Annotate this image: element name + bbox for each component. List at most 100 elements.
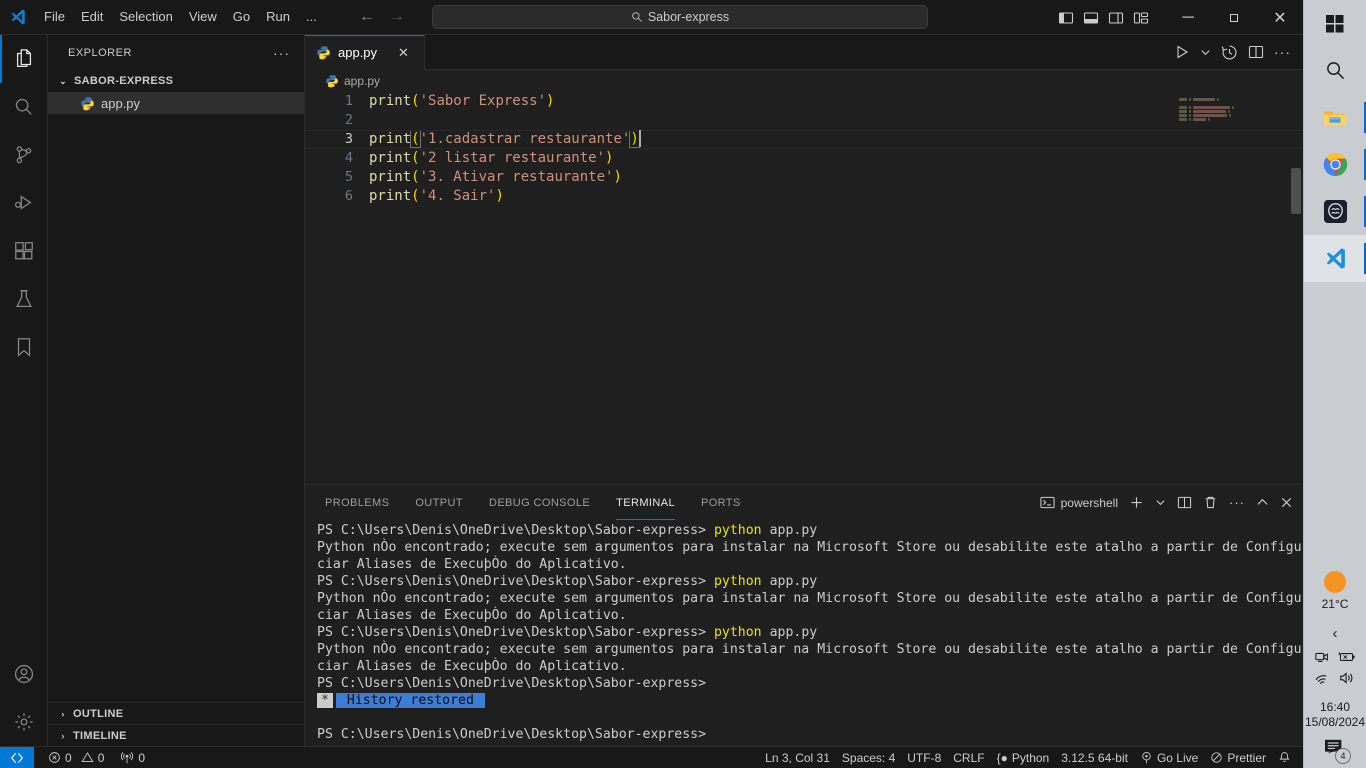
sidebar-more-actions-icon[interactable]: ··· xyxy=(273,45,296,61)
status-encoding[interactable]: UTF-8 xyxy=(901,747,947,768)
minimap-token xyxy=(1192,114,1227,117)
volume-icon[interactable] xyxy=(1338,670,1356,686)
split-editor-icon[interactable] xyxy=(1248,44,1264,60)
sidebar-section-timeline[interactable]: › TIMELINE xyxy=(48,724,304,746)
timeline-history-icon[interactable] xyxy=(1221,44,1238,61)
camera-privacy-icon[interactable] xyxy=(1314,649,1330,665)
taskbar-clock[interactable]: 16:40 15/08/2024 xyxy=(1305,700,1365,730)
terminal-dropdown-icon[interactable] xyxy=(1155,497,1166,508)
scrollbar-thumb[interactable] xyxy=(1291,168,1301,214)
status-indentation[interactable]: Spaces: 4 xyxy=(836,747,901,768)
menu-file[interactable]: File xyxy=(36,5,73,29)
window-minimize-button[interactable]: ─ xyxy=(1165,0,1211,35)
menu-selection[interactable]: Selection xyxy=(111,5,180,29)
editor-scrollbar[interactable] xyxy=(1289,92,1303,484)
section-label-timeline: TIMELINE xyxy=(73,729,127,742)
weather-widget[interactable]: 21°C xyxy=(1322,569,1348,611)
taskbar-search-button[interactable] xyxy=(1304,47,1366,94)
tab-output[interactable]: OUTPUT xyxy=(415,485,463,520)
tree-root-folder[interactable]: ⌄ SABOR-EXPRESS xyxy=(48,70,304,92)
status-notifications[interactable] xyxy=(1272,747,1303,768)
sidebar-item-testing[interactable] xyxy=(0,275,48,323)
battery-icon[interactable] xyxy=(1337,649,1356,665)
terminal-command: python xyxy=(713,574,762,589)
remote-window-button[interactable] xyxy=(0,746,34,768)
menu-more[interactable]: ... xyxy=(298,5,325,29)
notification-center-button[interactable]: 4 xyxy=(1323,732,1351,766)
status-ports[interactable]: 0 xyxy=(114,747,151,768)
wifi-icon[interactable] xyxy=(1314,671,1331,686)
status-go-live[interactable]: Go Live xyxy=(1134,747,1204,768)
menu-view[interactable]: View xyxy=(181,5,225,29)
command-center-search[interactable]: Sabor-express xyxy=(432,5,928,29)
code-editor[interactable]: 1 2 3 4 5 6 print('Sabor Express') print… xyxy=(305,92,1303,484)
minimap-token xyxy=(1179,110,1187,113)
status-cursor-position[interactable]: Ln 3, Col 31 xyxy=(759,747,836,768)
sidebar-item-explorer[interactable] xyxy=(0,35,48,83)
close-panel-icon[interactable] xyxy=(1280,496,1293,509)
new-terminal-icon[interactable] xyxy=(1129,495,1144,510)
files-icon xyxy=(16,49,31,67)
taskbar-google-chrome[interactable] xyxy=(1304,141,1366,188)
minimap-token xyxy=(1192,98,1215,101)
window-close-button[interactable]: ✕ xyxy=(1257,0,1303,35)
run-python-file-icon[interactable] xyxy=(1174,44,1190,60)
minimap-row xyxy=(1179,114,1289,117)
menu-go[interactable]: Go xyxy=(225,5,258,29)
status-prettier[interactable]: Prettier xyxy=(1204,747,1272,768)
sidebar-title: EXPLORER xyxy=(68,46,132,59)
language-label: Python xyxy=(1011,750,1050,765)
minimap-token xyxy=(1179,118,1187,121)
sidebar-item-source-control[interactable] xyxy=(0,131,48,179)
sidebar-item-bookmarks[interactable] xyxy=(0,323,48,371)
menu-edit[interactable]: Edit xyxy=(73,5,111,29)
terminal-command-args: app.py xyxy=(761,574,818,589)
forward-arrow-icon[interactable]: → xyxy=(389,9,405,25)
sidebar-section-outline[interactable]: › OUTLINE xyxy=(48,702,304,724)
prettier-label: Prettier xyxy=(1227,750,1266,765)
terminal-output[interactable]: PS C:\Users\Denis\OneDrive\Desktop\Sabor… xyxy=(305,520,1303,746)
minimap[interactable] xyxy=(1179,98,1289,122)
maximize-panel-icon[interactable] xyxy=(1256,496,1269,509)
sidebar-item-extensions[interactable] xyxy=(0,227,48,275)
status-problems[interactable]: 0 0 xyxy=(42,747,110,768)
window-maximize-button[interactable] xyxy=(1211,0,1257,35)
terminal-prompt-path: PS C:\Users\Denis\OneDrive\Desktop\Sabor… xyxy=(317,523,714,538)
editor-more-actions-icon[interactable]: ··· xyxy=(1274,44,1291,60)
tab-debug-console[interactable]: DEBUG CONSOLE xyxy=(489,485,590,520)
tab-close-icon[interactable]: ✕ xyxy=(398,45,409,61)
tree-item-app-py[interactable]: app.py xyxy=(48,92,304,114)
taskbar-vscode[interactable] xyxy=(1303,235,1366,282)
tab-problems[interactable]: PROBLEMS xyxy=(325,485,389,520)
tab-terminal[interactable]: TERMINAL xyxy=(616,485,675,520)
manage-settings-button[interactable] xyxy=(0,698,48,746)
status-interpreter[interactable]: 3.12.5 64-bit xyxy=(1055,747,1134,768)
status-eol[interactable]: CRLF xyxy=(947,747,990,768)
terminal-shell-selector[interactable]: powershell xyxy=(1040,495,1118,510)
start-button[interactable] xyxy=(1304,0,1366,47)
sidebar-item-run-debug[interactable] xyxy=(0,179,48,227)
run-options-dropdown-icon[interactable] xyxy=(1200,47,1211,58)
breadcrumb[interactable]: app.py xyxy=(305,70,1303,92)
back-arrow-icon[interactable]: ← xyxy=(359,9,375,25)
kill-terminal-icon[interactable] xyxy=(1203,495,1218,510)
terminal-prompt-path: PS C:\Users\Denis\OneDrive\Desktop\Sabor… xyxy=(317,727,707,742)
code-token: ) xyxy=(613,169,622,185)
sidebar-item-search[interactable] xyxy=(0,83,48,131)
accounts-button[interactable] xyxy=(0,650,48,698)
taskbar-app-icon-dark[interactable] xyxy=(1304,188,1366,235)
tab-ports[interactable]: PORTS xyxy=(701,485,741,520)
chevron-down-icon: ⌄ xyxy=(59,75,67,86)
taskbar-file-explorer[interactable] xyxy=(1304,94,1366,141)
toggle-primary-sidebar-icon[interactable] xyxy=(1058,10,1074,26)
toggle-panel-icon[interactable] xyxy=(1083,10,1099,26)
panel-more-actions-icon[interactable]: ··· xyxy=(1229,495,1245,510)
status-language-mode[interactable]: {● Python xyxy=(991,747,1056,768)
toggle-secondary-sidebar-icon[interactable] xyxy=(1108,10,1124,26)
customize-layout-icon[interactable] xyxy=(1133,10,1149,26)
tray-expand-button[interactable]: ‹ xyxy=(1333,626,1338,641)
code-token: ( xyxy=(411,150,420,166)
menu-run[interactable]: Run xyxy=(258,5,298,29)
split-terminal-icon[interactable] xyxy=(1177,495,1192,510)
tab-app-py[interactable]: app.py ✕ xyxy=(305,35,425,70)
